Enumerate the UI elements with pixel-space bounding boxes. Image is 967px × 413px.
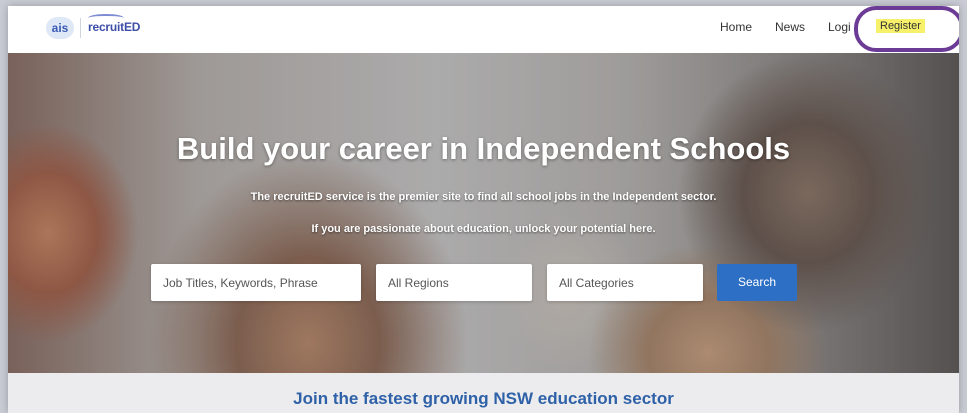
regions-selected-value: All Regions	[388, 276, 449, 290]
nav-news-link[interactable]: News	[775, 20, 805, 34]
nav-register-link[interactable]: Register	[876, 19, 925, 33]
categories-select[interactable]: All Categories	[547, 264, 703, 301]
nav-login-link[interactable]: Logi	[828, 20, 851, 34]
recruited-logo[interactable]: recruitED	[88, 14, 141, 34]
regions-select[interactable]: All Regions	[376, 264, 532, 301]
hero-overlay	[8, 53, 959, 373]
logo-divider	[80, 18, 81, 38]
search-button[interactable]: Search	[717, 264, 797, 301]
ais-logo[interactable]: ais	[46, 17, 74, 39]
hero-subtitle-1: The recruitED service is the premier sit…	[250, 191, 717, 203]
info-band: Join the fastest growing NSW education s…	[8, 373, 959, 413]
hero-banner: Build your career in Independent Schools…	[8, 53, 959, 373]
hero-title: Build your career in Independent Schools	[176, 131, 791, 166]
hero-subtitle-2: If you are passionate about education, u…	[311, 223, 656, 235]
logo-swoosh-icon	[88, 14, 124, 22]
nav-home-link[interactable]: Home	[720, 20, 752, 34]
top-nav: ais recruitED Home News Logi Register	[8, 6, 959, 53]
keywords-placeholder: Job Titles, Keywords, Phrase	[163, 276, 318, 290]
band-title: Join the fastest growing NSW education s…	[293, 389, 674, 408]
categories-selected-value: All Categories	[559, 276, 634, 290]
browser-frame: ais recruitED Home News Logi Register Bu…	[8, 6, 959, 413]
recruited-logo-text: recruitED	[88, 20, 141, 34]
keywords-input[interactable]: Job Titles, Keywords, Phrase	[151, 264, 361, 301]
